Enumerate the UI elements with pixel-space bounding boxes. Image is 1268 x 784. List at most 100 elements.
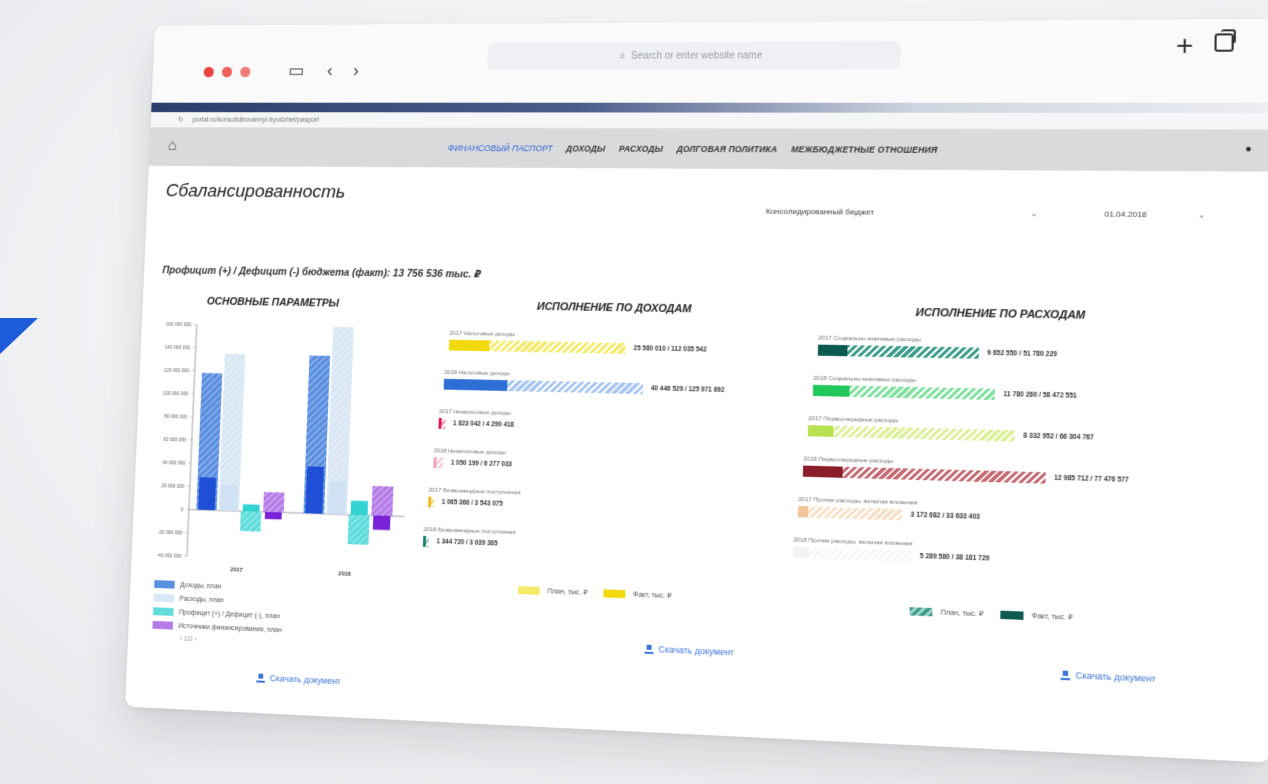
chevron-down-icon: ⌄: [1198, 210, 1205, 219]
bar-track: [803, 466, 1046, 484]
y-tick-label: 100 000 000: [163, 391, 189, 398]
tab-income[interactable]: Доходы: [566, 144, 606, 154]
bar-row[interactable]: 2017 Социально-значимые расходы 9 652 550…: [818, 336, 1057, 361]
budget-select-value: Консолидированный бюджет: [766, 207, 874, 217]
tab-expenses[interactable]: Расходы: [619, 144, 663, 154]
sidebar-toggle-icon[interactable]: ▭: [288, 61, 305, 81]
reload-icon[interactable]: ↻: [178, 116, 184, 124]
download-main-link[interactable]: Скачать документ: [256, 673, 341, 687]
bar-row[interactable]: 2017 Неналоговые доходы 1 823 042 / 4 290…: [438, 409, 514, 431]
bar-row[interactable]: 2018 Налоговые доходы 40 446 529 / 125 97…: [444, 370, 725, 396]
bar-plan: [240, 511, 261, 532]
y-tick-label: -20 000 000: [158, 530, 183, 537]
user-icon[interactable]: ●: [1245, 144, 1252, 155]
download-expense-link[interactable]: Скачать документ: [1061, 669, 1157, 684]
legend-label: Факт, тыс. ₽: [633, 590, 672, 600]
bar-track: [444, 379, 643, 394]
legend-swatch: [152, 621, 173, 630]
bar-value: 5 289 580 / 38 181 729: [920, 553, 990, 563]
x-tick-label: 2018: [338, 571, 352, 578]
page-content: Сбалансированность Консолидированный бюд…: [126, 181, 1268, 734]
site-logo-icon[interactable]: ⌂: [167, 138, 177, 155]
x-tick-label: 2017: [230, 567, 243, 574]
bar-fact: [265, 512, 282, 520]
bar-row[interactable]: 2018 Социально-значимые расходы 11 780 26…: [813, 376, 1077, 402]
legend-swatch-fact: [603, 589, 625, 598]
browser-titlebar: ▭ ‹ › ⌕ Search or enter website name +: [152, 19, 1268, 103]
legend-item[interactable]: Источники финансирования, план: [152, 621, 282, 634]
search-input[interactable]: ⌕ Search or enter website name: [487, 41, 901, 70]
income-title: ИСПОЛНЕНИЕ ПО ДОХОДАМ: [537, 301, 692, 315]
legend-swatch: [154, 580, 175, 589]
bar-value: 25 580 010 / 112 035 542: [633, 345, 706, 353]
address-text: portal.ru/konsolidirovannyi-byudzhet/pas…: [192, 116, 319, 123]
bar-label: 2017 Неналоговые доходы: [439, 409, 514, 417]
balance-summary: Профицит (+) / Дефицит (-) бюджета (факт…: [162, 265, 481, 281]
download-income-link[interactable]: Скачать документ: [644, 644, 734, 658]
budget-select[interactable]: Консолидированный бюджет ⌄: [766, 207, 1038, 218]
bar-line: 5 289 580 / 38 181 729: [793, 547, 990, 565]
bar-plan: [263, 492, 284, 513]
download-label: Скачать документ: [658, 644, 734, 657]
bar-value: 1 344 720 / 3 039 385: [436, 538, 497, 547]
bar-plan: [348, 515, 370, 545]
window-controls: [204, 67, 251, 78]
bar-track: [793, 547, 912, 562]
bar-fact: [449, 340, 489, 352]
bar-row[interactable]: 2018 Прочие расходы, включая вложения 5 2…: [793, 537, 990, 564]
legend-item[interactable]: Расходы, план: [154, 594, 283, 607]
bar-fact: [798, 506, 808, 517]
forward-icon[interactable]: ›: [353, 61, 359, 81]
bar-track: [798, 506, 903, 521]
legend-label: Расходы, план: [179, 595, 223, 604]
download-icon: [1061, 670, 1071, 680]
bar-value: 8 332 952 / 66 304 767: [1023, 433, 1094, 442]
search-icon: ⌕: [620, 51, 626, 62]
bar-track: [438, 418, 445, 429]
legend-swatch-plan: [518, 586, 540, 595]
bar-row[interactable]: 2017 Первоочередные расходы 8 332 952 / 6…: [808, 416, 1094, 444]
bar-row[interactable]: 2018 Первоочередные расходы 12 985 712 / …: [803, 456, 1129, 486]
tab-debt-policy[interactable]: Долговая политика: [677, 144, 778, 154]
bar-fact: [813, 385, 850, 397]
bar-row[interactable]: 2018 Неналоговые доходы 1 050 199 / 6 277…: [433, 448, 512, 470]
main-params-chart: 160 000 000140 000 000120 000 000100 000…: [130, 314, 422, 614]
bar-track: [813, 385, 995, 400]
tabs-overview-icon[interactable]: [1214, 33, 1233, 51]
legend-pager[interactable]: ‹ 1/2 ›: [152, 635, 282, 647]
y-tick-label: 60 000 000: [163, 437, 186, 444]
bar-plan: [808, 425, 1015, 441]
tab-financial-passport[interactable]: Финансовый паспорт: [448, 143, 553, 153]
new-tab-plus-icon[interactable]: +: [1176, 29, 1194, 62]
tab-interbudget[interactable]: Межбюджетные отношения: [791, 144, 938, 155]
bar-track: [433, 457, 443, 468]
bar-label: 2018 Неналоговые доходы: [434, 448, 513, 456]
bar-track: [428, 497, 434, 508]
bar-row[interactable]: 2017 Прочие расходы, включая вложения 3 1…: [798, 497, 980, 523]
y-tick-label: 0: [181, 507, 184, 513]
bar-plan: [793, 547, 912, 562]
legend-swatch: [153, 607, 174, 616]
bar-row[interactable]: 2018 Безвозмездные поступления 1 344 720 …: [423, 527, 516, 550]
bar-line: 1 344 720 / 3 039 385: [423, 536, 516, 550]
bar-fact: [818, 345, 848, 357]
back-icon[interactable]: ‹: [327, 61, 333, 81]
date-select[interactable]: 01.04.2018 ⌄: [1104, 210, 1205, 220]
bar-row[interactable]: 2017 Безвозмездные поступления 1 065 366 …: [428, 488, 521, 511]
close-window-button[interactable]: [204, 67, 214, 77]
expense-title: ИСПОЛНЕНИЕ ПО РАСХОДАМ: [916, 307, 1086, 322]
legend-item[interactable]: Профицит (+) / Дефицит (-), план: [153, 607, 282, 620]
bar-track: [808, 425, 1015, 441]
legend-label: Источники финансирования, план: [178, 622, 282, 633]
bar-value: 1 823 042 / 4 290 418: [453, 420, 514, 428]
expense-bars: 2017 Социально-значимые расходы 9 652 550…: [812, 336, 1236, 605]
bar-value: 40 446 529 / 125 971 692: [651, 385, 725, 394]
bar-fact: [803, 466, 843, 478]
expense-legend: План, тыс. ₽ Факт, тыс. ₽: [910, 607, 1073, 622]
minimize-window-button[interactable]: [222, 67, 232, 77]
maximize-window-button[interactable]: [240, 67, 251, 77]
bar-row[interactable]: 2017 Налоговые доходы 25 580 010 / 112 03…: [449, 331, 707, 356]
bar-fact: [808, 425, 834, 437]
bar-fact: [793, 547, 810, 559]
date-select-value: 01.04.2018: [1104, 210, 1146, 220]
